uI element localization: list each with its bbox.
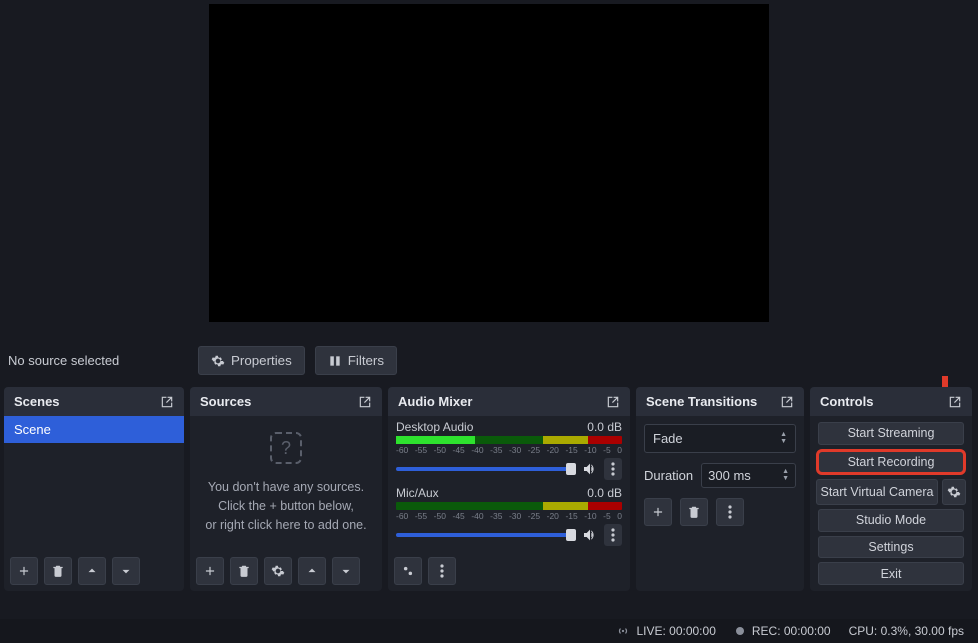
virtual-camera-settings-button[interactable]: [942, 479, 966, 505]
delete-source-button[interactable]: [230, 557, 258, 585]
popout-icon[interactable]: [948, 395, 962, 409]
chevron-down-icon: [119, 564, 133, 578]
source-down-button[interactable]: [332, 557, 360, 585]
sources-header: Sources: [190, 387, 382, 416]
studio-mode-button[interactable]: Studio Mode: [818, 509, 964, 532]
filters-icon: [328, 354, 342, 368]
mixer-channel-mic: Mic/Aux0.0 dB -60-55-50-45-40-35-30-25-2…: [396, 486, 622, 546]
source-settings-button[interactable]: [264, 557, 292, 585]
chevron-up-icon: [305, 564, 319, 578]
popout-icon[interactable]: [780, 395, 794, 409]
plus-icon: [17, 564, 31, 578]
chevron-up-icon: [85, 564, 99, 578]
question-icon: ?: [270, 432, 302, 464]
dots-icon: [611, 462, 615, 476]
transitions-panel: Scene Transitions Fade ▲▼ Duration 300 m…: [636, 387, 804, 591]
duration-input[interactable]: 300 ms ▲▼: [701, 463, 796, 488]
audio-mixer-panel: Audio Mixer Desktop Audio0.0 dB -60-55-5…: [388, 387, 630, 591]
scenes-header: Scenes: [4, 387, 184, 416]
audio-meter: [396, 436, 622, 444]
properties-button[interactable]: Properties: [198, 346, 305, 375]
delete-transition-button[interactable]: [680, 498, 708, 526]
plus-icon: [203, 564, 217, 578]
scene-down-button[interactable]: [112, 557, 140, 585]
mixer-menu-button[interactable]: [428, 557, 456, 585]
trash-icon: [237, 564, 251, 578]
delete-scene-button[interactable]: [44, 557, 72, 585]
mixer-advanced-button[interactable]: [394, 557, 422, 585]
broadcast-icon: [616, 624, 630, 638]
start-recording-button[interactable]: Start Recording: [816, 449, 966, 476]
status-cpu: CPU: 0.3%, 30.00 fps: [849, 624, 964, 638]
gear-icon: [947, 485, 961, 499]
mixer-ticks: -60-55-50-45-40-35-30-25-20-15-10-50: [396, 445, 622, 455]
select-stepper[interactable]: ▲▼: [780, 432, 787, 445]
filters-button[interactable]: Filters: [315, 346, 397, 375]
scene-up-button[interactable]: [78, 557, 106, 585]
dots-icon: [611, 528, 615, 542]
duration-label: Duration: [644, 468, 693, 483]
channel-menu-button[interactable]: [604, 524, 622, 546]
chevron-down-icon: [339, 564, 353, 578]
mixer-channel-desktop: Desktop Audio0.0 dB -60-55-50-45-40-35-3…: [396, 420, 622, 480]
trash-icon: [51, 564, 65, 578]
source-toolbar: No source selected Properties Filters: [0, 340, 978, 381]
scenes-panel: Scenes Scene: [4, 387, 184, 591]
controls-panel: Controls Start Streaming Start Recording…: [810, 387, 972, 591]
preview-area: [0, 0, 978, 340]
status-live: LIVE: 00:00:00: [616, 624, 715, 638]
source-up-button[interactable]: [298, 557, 326, 585]
volume-slider[interactable]: [396, 467, 576, 471]
start-virtual-camera-button[interactable]: Start Virtual Camera: [816, 479, 938, 505]
transition-menu-button[interactable]: [716, 498, 744, 526]
gears-icon: [401, 564, 415, 578]
volume-slider[interactable]: [396, 533, 576, 537]
transition-select[interactable]: Fade ▲▼: [644, 424, 796, 453]
preview-canvas[interactable]: [209, 4, 769, 322]
channel-menu-button[interactable]: [604, 458, 622, 480]
popout-icon[interactable]: [606, 395, 620, 409]
dots-icon: [723, 505, 737, 519]
status-bar: LIVE: 00:00:00 REC: 00:00:00 CPU: 0.3%, …: [0, 619, 978, 643]
audio-meter: [396, 502, 622, 510]
speaker-icon[interactable]: [582, 527, 598, 543]
mixer-header: Audio Mixer: [388, 387, 630, 416]
mixer-ticks: -60-55-50-45-40-35-30-25-20-15-10-50: [396, 511, 622, 521]
no-source-text: No source selected: [8, 353, 188, 368]
add-transition-button[interactable]: [644, 498, 672, 526]
add-scene-button[interactable]: [10, 557, 38, 585]
add-source-button[interactable]: [196, 557, 224, 585]
dots-icon: [435, 564, 449, 578]
start-streaming-button[interactable]: Start Streaming: [818, 422, 964, 445]
record-icon: [734, 625, 746, 637]
settings-button[interactable]: Settings: [818, 536, 964, 559]
trash-icon: [687, 505, 701, 519]
popout-icon[interactable]: [358, 395, 372, 409]
sources-empty[interactable]: ? You don't have any sources. Click the …: [190, 416, 382, 551]
plus-icon: [651, 505, 665, 519]
speaker-icon[interactable]: [582, 461, 598, 477]
controls-header: Controls: [810, 387, 972, 416]
duration-stepper[interactable]: ▲▼: [782, 469, 789, 482]
status-rec: REC: 00:00:00: [734, 624, 831, 638]
transitions-header: Scene Transitions: [636, 387, 804, 416]
gear-icon: [271, 564, 285, 578]
popout-icon[interactable]: [160, 395, 174, 409]
gear-icon: [211, 354, 225, 368]
sources-panel: Sources ? You don't have any sources. Cl…: [190, 387, 382, 591]
exit-button[interactable]: Exit: [818, 562, 964, 585]
scene-item[interactable]: Scene: [4, 416, 184, 443]
